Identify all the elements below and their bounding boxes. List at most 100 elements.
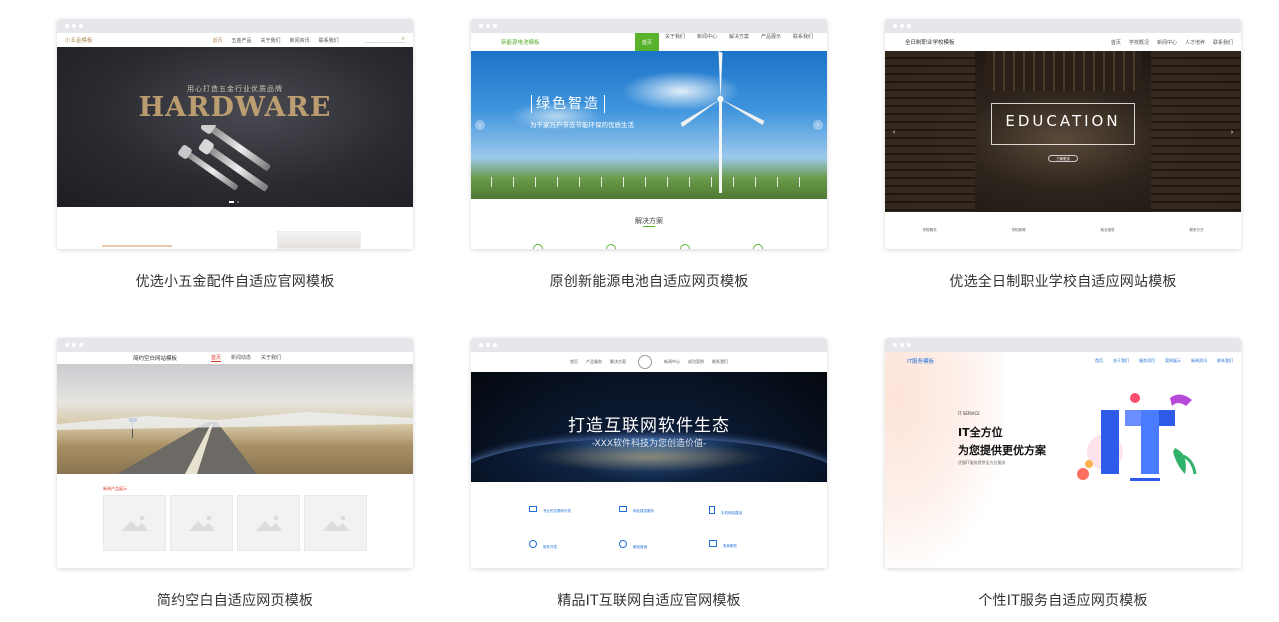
nav-item: 解决方案 [728, 33, 749, 40]
it-illustration [1077, 393, 1197, 481]
site-logo: 新能源电池模板 [501, 40, 540, 46]
nav-item: 学校概况 [1128, 39, 1149, 46]
hero-title: EDUCATION [1005, 112, 1121, 130]
template-card-school[interactable]: 全日制职业学校模板 首页 学校概况 新闻中心 人才培养 联系我们 EDUCATI… [885, 19, 1241, 291]
template-preview[interactable]: 全日制职业学校模板 首页 学校概况 新闻中心 人才培养 联系我们 EDUCATI… [885, 19, 1241, 249]
hero-banner: 用心打造五金行业优质品牌 HARDWARE [57, 47, 413, 207]
image-placeholder-icon [237, 495, 300, 551]
nav-item: 首页 [634, 32, 659, 52]
preview-content: 学校概况 学校新闻 就业指导 联系方式 [885, 212, 1241, 249]
hero-subtitle: -XXX软件科技为您创造价值- [591, 439, 707, 449]
preview-navbar: 全日制职业学校模板 首页 学校概况 新闻中心 人才培养 联系我们 [885, 33, 1241, 51]
template-card-hardware[interactable]: 小五金模板 首页 五金产品 关于我们 新闻资讯 联系我们 ⌕ 用心打造五金行业优… [57, 19, 413, 291]
template-title[interactable]: 精品IT互联网自适应官网模板 [471, 590, 827, 610]
browser-chrome [885, 19, 1241, 33]
road-image [57, 412, 413, 474]
template-preview[interactable]: IT服务模板 首页 关于我们 服务项目 案例展示 新闻资讯 联系我们 IT SE… [885, 338, 1241, 568]
preview-navbar: 简约空白网站模板 首页 新闻动态 关于我们 [57, 352, 413, 364]
feature-icons [533, 244, 763, 249]
nav-item: 新闻中心 [696, 33, 717, 40]
preview-navbar: IT服务模板 首页 关于我们 服务项目 案例展示 新闻资讯 联系我们 [885, 352, 1241, 370]
nav-item: 新闻资讯 [289, 37, 310, 44]
stat-item: 联系方式 [1189, 228, 1204, 232]
nav-item: 服务项目 [1139, 358, 1155, 363]
hero-banner: EDUCATION 了解更多 ‹ › [885, 51, 1241, 212]
browser-chrome [885, 338, 1241, 352]
template-preview[interactable]: 新能源电池模板 首页 关于我们 新闻中心 解决方案 产品展示 联系我们 绿色智造… [471, 19, 827, 249]
nav-item: 关于我们 [260, 37, 281, 44]
carousel-next-icon: › [1230, 127, 1234, 136]
image-placeholder-icon [103, 495, 166, 551]
preview-navbar: 小五金模板 首页 五金产品 关于我们 新闻资讯 联系我们 ⌕ [57, 33, 413, 47]
template-card-simple[interactable]: 简约空白网站模板 首页 新闻动态 关于我们 新闻产品展示 简约空白自适应网页模板 [57, 338, 413, 610]
template-preview[interactable]: 小五金模板 首页 五金产品 关于我们 新闻资讯 联系我们 ⌕ 用心打造五金行业优… [57, 19, 413, 249]
template-card-it-service[interactable]: IT服务模板 首页 关于我们 服务项目 案例展示 新闻资讯 联系我们 IT SE… [885, 338, 1241, 610]
template-title[interactable]: 简约空白自适应网页模板 [57, 590, 413, 610]
preview-content: 解决方案 [471, 199, 827, 249]
logo-icon [638, 355, 652, 369]
site-logo: IT服务模板 [907, 359, 934, 365]
feature-label: 专业的互联网开发 [543, 509, 571, 513]
nav-item: 联系我们 [792, 33, 813, 40]
template-card-new-energy[interactable]: 新能源电池模板 首页 关于我们 新闻中心 解决方案 产品展示 联系我们 绿色智造… [471, 19, 827, 291]
template-title[interactable]: 个性IT服务自适应网页模板 [885, 590, 1241, 610]
feature-icon [529, 506, 537, 512]
nav-item: 首页 [211, 355, 222, 362]
feature-icon [709, 506, 715, 514]
hero-title: 绿色智造 [531, 95, 605, 113]
turbine-row [481, 177, 817, 187]
carousel-prev-icon: ‹ [892, 127, 896, 136]
template-title[interactable]: 优选全日制职业学校自适应网站模板 [885, 271, 1241, 291]
hero-banner [57, 364, 413, 474]
hero-button: 了解更多 [1048, 155, 1078, 162]
carousel-dots [229, 201, 239, 203]
feature-label: 软件开发 [543, 545, 557, 549]
nav-item: 首页 [212, 37, 223, 44]
image-placeholder-icon [304, 495, 367, 551]
nav-item: 联系我们 [712, 359, 728, 364]
hero-title: HARDWARE [138, 92, 332, 123]
screws-image [178, 125, 271, 192]
preview-content: 新闻产品展示 [57, 474, 413, 568]
site-logo: 全日制职业学校模板 [905, 40, 955, 46]
browser-chrome [57, 19, 413, 33]
placeholder-gallery [103, 495, 367, 551]
carousel-next-icon: › [813, 120, 823, 130]
feature-icon [619, 506, 627, 512]
feature-icon [709, 540, 717, 547]
nav-item: 案例展示 [1165, 358, 1181, 363]
search-icon: ⌕ [401, 35, 405, 42]
product-image [277, 231, 361, 249]
hero-description: 优服IT服务提供全方位服务 [958, 460, 1006, 465]
browser-chrome [471, 338, 827, 352]
template-card-it-internet[interactable]: 首页 产品服务 解决方案 新闻中心 成功案例 联系我们 打造互联网软件生态 -X… [471, 338, 827, 610]
hero-subtitle: 为千家万户节去节能环保的优质生活 [530, 121, 634, 129]
nav-item: 首页 [570, 359, 578, 364]
image-placeholder-icon [170, 495, 233, 551]
feature-icon [619, 540, 627, 548]
hero-title: 打造互联网软件生态 [568, 416, 730, 436]
nav-item: 产品展示 [760, 33, 781, 40]
stat-item: 就业指导 [1100, 228, 1115, 232]
nav-item: 新闻资讯 [1191, 358, 1207, 363]
nav-item: 首页 [1095, 358, 1103, 363]
nav-item: 成功案例 [688, 359, 704, 364]
stat-item: 学校概况 [922, 228, 937, 232]
preview-content: 专业的互联网开发 网站建设服务 手机网站建设 软件开发 微信营销 电商服务 [471, 482, 827, 568]
site-logo: 小五金模板 [65, 38, 93, 44]
preview-navbar: 首页 产品服务 解决方案 新闻中心 成功案例 联系我们 [471, 352, 827, 372]
site-logo: 简约空白网站模板 [133, 356, 178, 362]
nav-item: 新闻中心 [1156, 39, 1177, 46]
nav-item: 关于我们 [1113, 358, 1129, 363]
browser-chrome [471, 19, 827, 33]
template-preview[interactable]: 首页 产品服务 解决方案 新闻中心 成功案例 联系我们 打造互联网软件生态 -X… [471, 338, 827, 568]
template-preview[interactable]: 简约空白网站模板 首页 新闻动态 关于我们 新闻产品展示 [57, 338, 413, 568]
template-title[interactable]: 优选小五金配件自适应官网模板 [57, 271, 413, 291]
template-gallery: 小五金模板 首页 五金产品 关于我们 新闻资讯 联系我们 ⌕ 用心打造五金行业优… [0, 0, 1279, 622]
template-title[interactable]: 原创新能源电池自适应网页模板 [471, 271, 827, 291]
search-input: ⌕ [365, 35, 405, 43]
hero-banner: 打造互联网软件生态 -XXX软件科技为您创造价值- [471, 372, 827, 482]
feature-label: 电商服务 [723, 544, 737, 548]
nav-item: 新闻动态 [231, 355, 252, 361]
nav-item: 首页 [1110, 39, 1121, 46]
